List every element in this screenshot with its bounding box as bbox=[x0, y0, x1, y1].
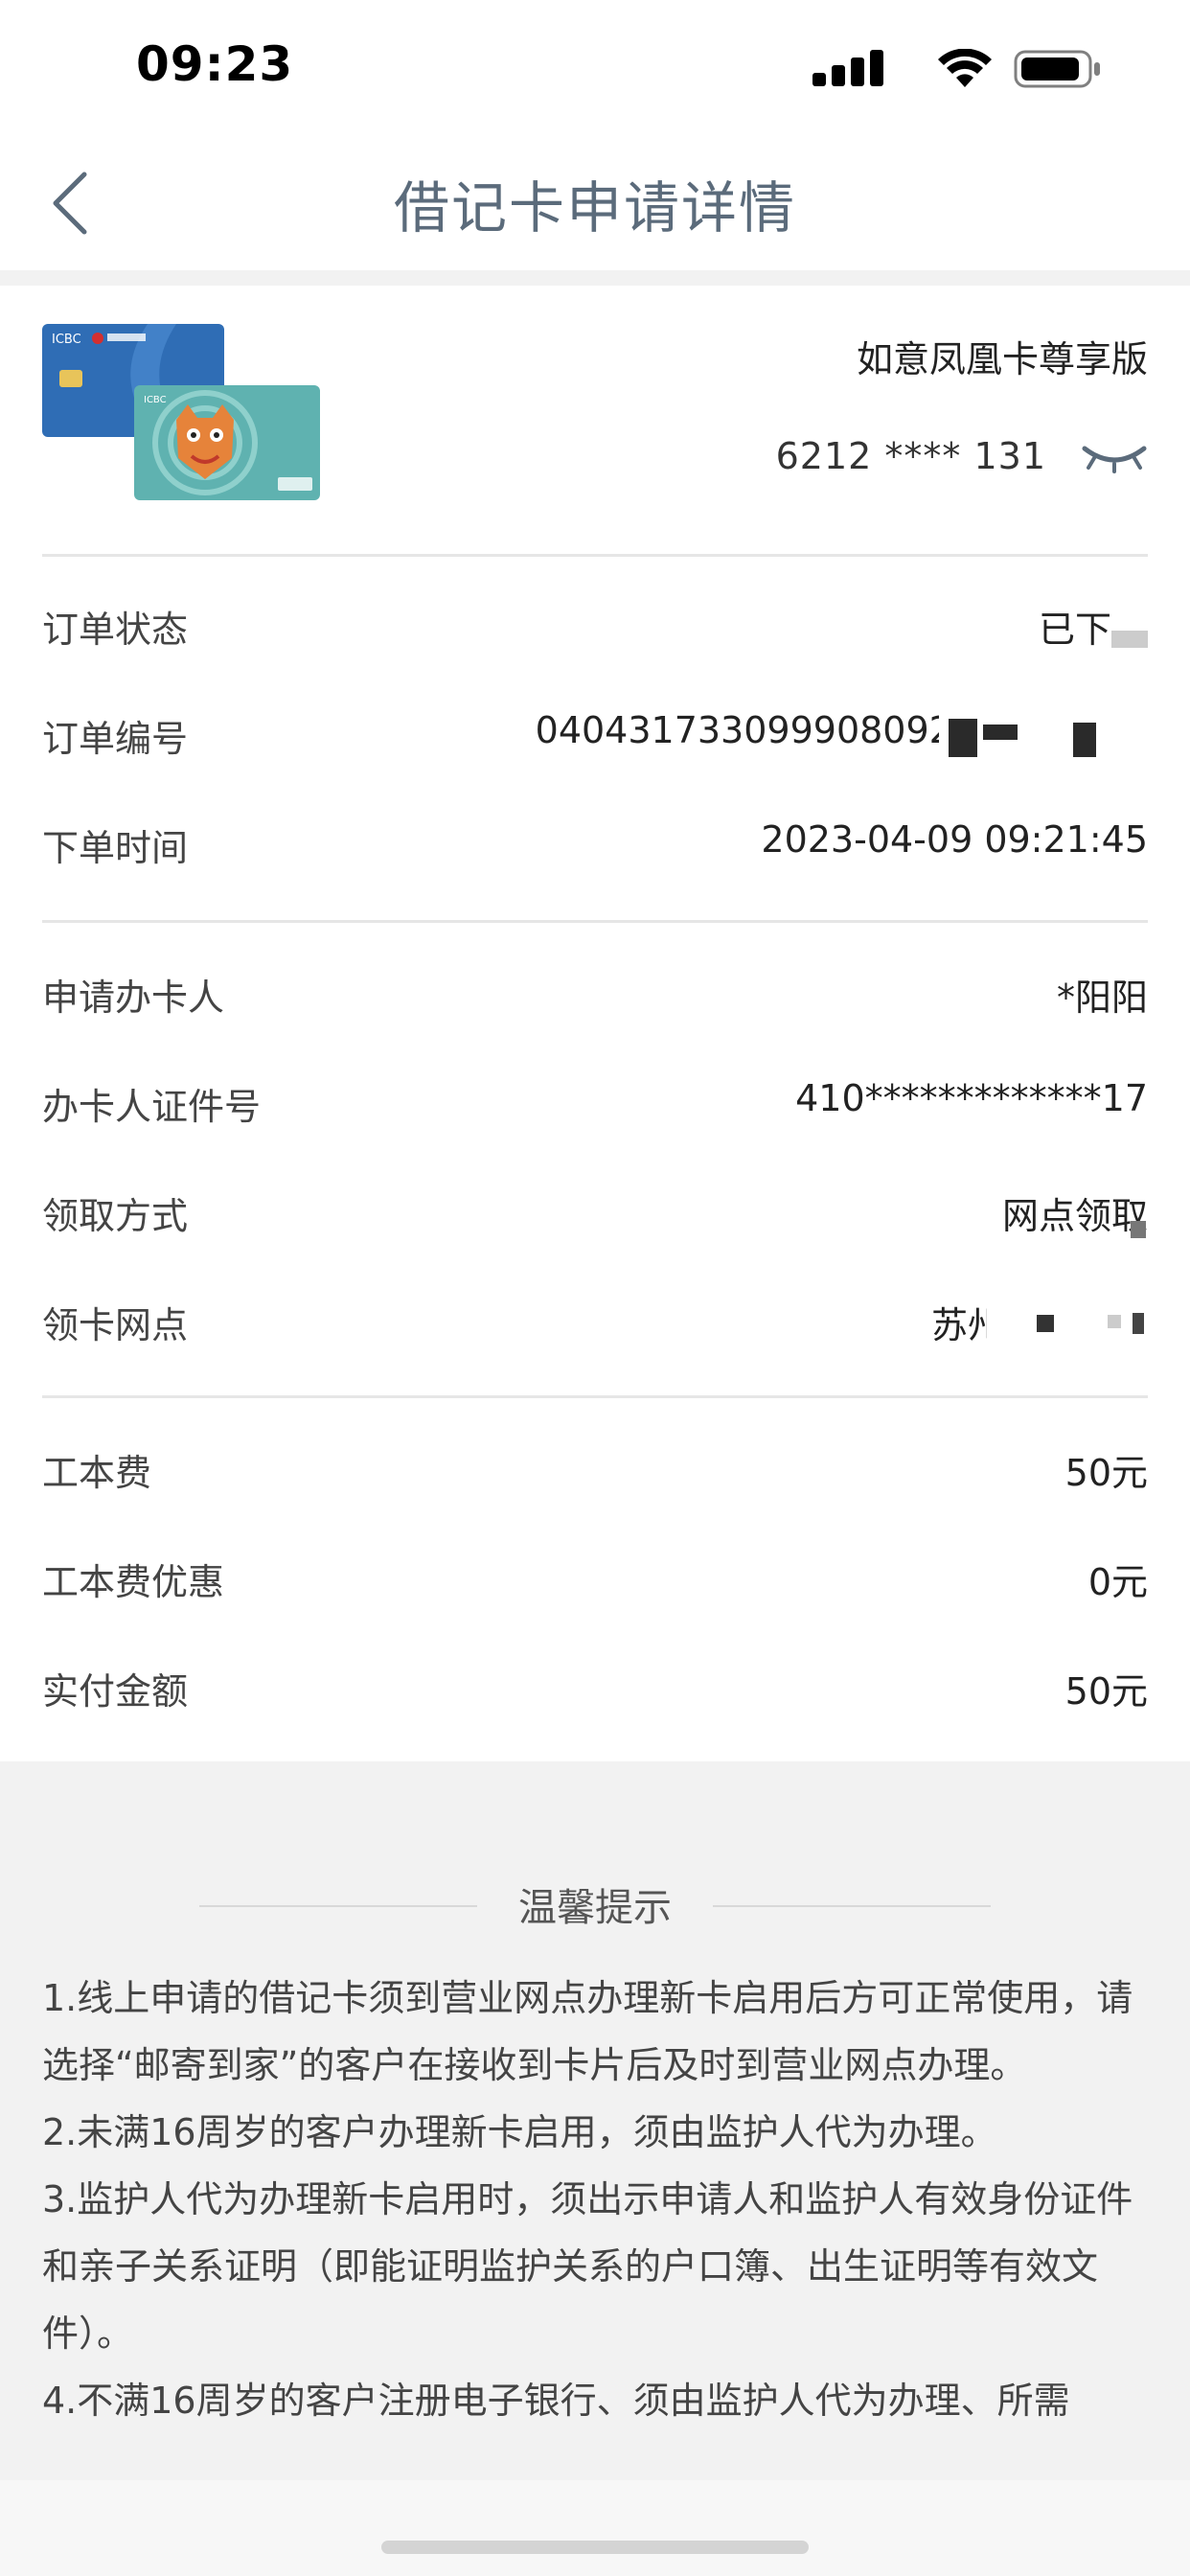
navigation-bar: 借记卡申请详情 bbox=[0, 134, 1190, 270]
pickup-branch-label: 领卡网点 bbox=[42, 1304, 189, 1346]
redaction-mark bbox=[1108, 1315, 1121, 1328]
redaction-mark bbox=[1073, 723, 1096, 757]
status-bar: 09:23 bbox=[0, 0, 1190, 134]
amount-paid-label: 实付金额 bbox=[42, 1670, 189, 1713]
pickup-branch-row: 领卡网点 苏州 bbox=[42, 1296, 1148, 1353]
redaction-mark bbox=[1037, 1315, 1054, 1332]
section-divider bbox=[42, 920, 1148, 923]
svg-text:ICBC: ICBC bbox=[52, 333, 81, 347]
order-time-label: 下单时间 bbox=[42, 827, 189, 869]
tips-line-right bbox=[713, 1905, 991, 1907]
battery-icon bbox=[1014, 50, 1100, 88]
order-number-label: 订单编号 bbox=[42, 718, 189, 760]
pickup-method-label: 领取方式 bbox=[42, 1195, 189, 1237]
card-fee-value: 50元 bbox=[1064, 1452, 1148, 1494]
amount-paid-value: 50元 bbox=[1064, 1670, 1148, 1713]
fee-discount-row: 工本费优惠 0元 bbox=[42, 1552, 1148, 1610]
applicant-name-label: 申请办卡人 bbox=[42, 977, 225, 1019]
card-product-name: 如意凤凰卡尊享版 bbox=[856, 338, 1148, 380]
fee-discount-label: 工本费优惠 bbox=[42, 1561, 225, 1603]
svg-text:ICBC: ICBC bbox=[144, 395, 167, 405]
home-indicator-area bbox=[0, 2480, 1190, 2576]
applicant-name-row: 申请办卡人 *阳阳 bbox=[42, 968, 1148, 1025]
nav-divider bbox=[0, 270, 1190, 286]
tips-section: 温馨提示 1.线上申请的借记卡须到营业网点办理新卡启用后方可正常使用，请选择“邮… bbox=[0, 1761, 1190, 2480]
card-number: 6212 **** 131 bbox=[775, 435, 1046, 477]
section-divider bbox=[42, 554, 1148, 557]
card-fee-label: 工本费 bbox=[42, 1452, 152, 1494]
section-divider bbox=[42, 1395, 1148, 1398]
pickup-method-value: 网点领取 bbox=[1001, 1195, 1148, 1237]
tip-item: 4.不满16周岁的客户注册电子银行、须由监护人代为办理、所需 bbox=[42, 2380, 1070, 2422]
status-time: 09:23 bbox=[136, 36, 294, 92]
order-status-row: 订单状态 已下单 bbox=[42, 600, 1148, 657]
card-number-row: 6212 **** 131 bbox=[776, 435, 1148, 477]
pickup-method-row: 领取方式 网点领取 bbox=[42, 1186, 1148, 1244]
applicant-name-value: *阳阳 bbox=[1056, 977, 1148, 1019]
redaction-mask bbox=[987, 1282, 1150, 1426]
redaction-mark bbox=[1111, 631, 1148, 648]
order-time-value: 2023-04-09 09:21:45 bbox=[761, 818, 1148, 861]
applicant-id-label: 办卡人证件号 bbox=[42, 1086, 262, 1128]
tips-body: 1.线上申请的借记卡须到营业网点办理新卡启用后方可正常使用，请选择“邮寄到家”的… bbox=[42, 1965, 1144, 2434]
redaction-mark bbox=[1133, 1313, 1144, 1334]
tips-title: 温馨提示 bbox=[518, 1886, 672, 1930]
applicant-id-row: 办卡人证件号 410*************17 bbox=[42, 1077, 1148, 1135]
redaction-mark bbox=[1131, 1221, 1146, 1238]
order-time-row: 下单时间 2023-04-09 09:21:45 bbox=[42, 818, 1148, 876]
applicant-id-value: 410*************17 bbox=[795, 1077, 1148, 1119]
home-indicator[interactable] bbox=[381, 2541, 809, 2554]
tip-item: 1.线上申请的借记卡须到营业网点办理新卡启用后方可正常使用，请选择“邮寄到家”的… bbox=[42, 1977, 1133, 2086]
application-details: ICBC ICBC 如意凤凰卡尊享版 6212 **** 131 订单状态 已下… bbox=[0, 286, 1190, 1761]
tip-item: 3.监护人代为办理新卡启用时，须出示申请人和监护人有效身份证件和亲子关系证明（即… bbox=[42, 2178, 1133, 2355]
fee-discount-value: 0元 bbox=[1087, 1561, 1148, 1603]
redaction-mark bbox=[983, 724, 1018, 740]
card-summary: ICBC ICBC 如意凤凰卡尊享版 6212 **** 131 bbox=[0, 286, 1190, 554]
debit-card-image: ICBC ICBC bbox=[42, 324, 320, 500]
redaction-mark bbox=[949, 719, 977, 757]
wifi-icon bbox=[938, 49, 992, 87]
tips-header: 温馨提示 bbox=[0, 1876, 1190, 1934]
eye-closed-icon[interactable] bbox=[1081, 439, 1148, 473]
card-fee-row: 工本费 50元 bbox=[42, 1443, 1148, 1501]
tip-item: 2.未满16周岁的客户办理新卡启用，须由监护人代为办理。 bbox=[42, 2111, 997, 2153]
page-title: 借记卡申请详情 bbox=[393, 175, 796, 241]
order-number-value: 0404317330999080921 bbox=[535, 709, 975, 751]
order-status-label: 订单状态 bbox=[42, 609, 189, 651]
status-icons bbox=[811, 46, 1102, 92]
amount-paid-row: 实付金额 50元 bbox=[42, 1662, 1148, 1719]
cellular-signal-icon bbox=[812, 50, 883, 86]
